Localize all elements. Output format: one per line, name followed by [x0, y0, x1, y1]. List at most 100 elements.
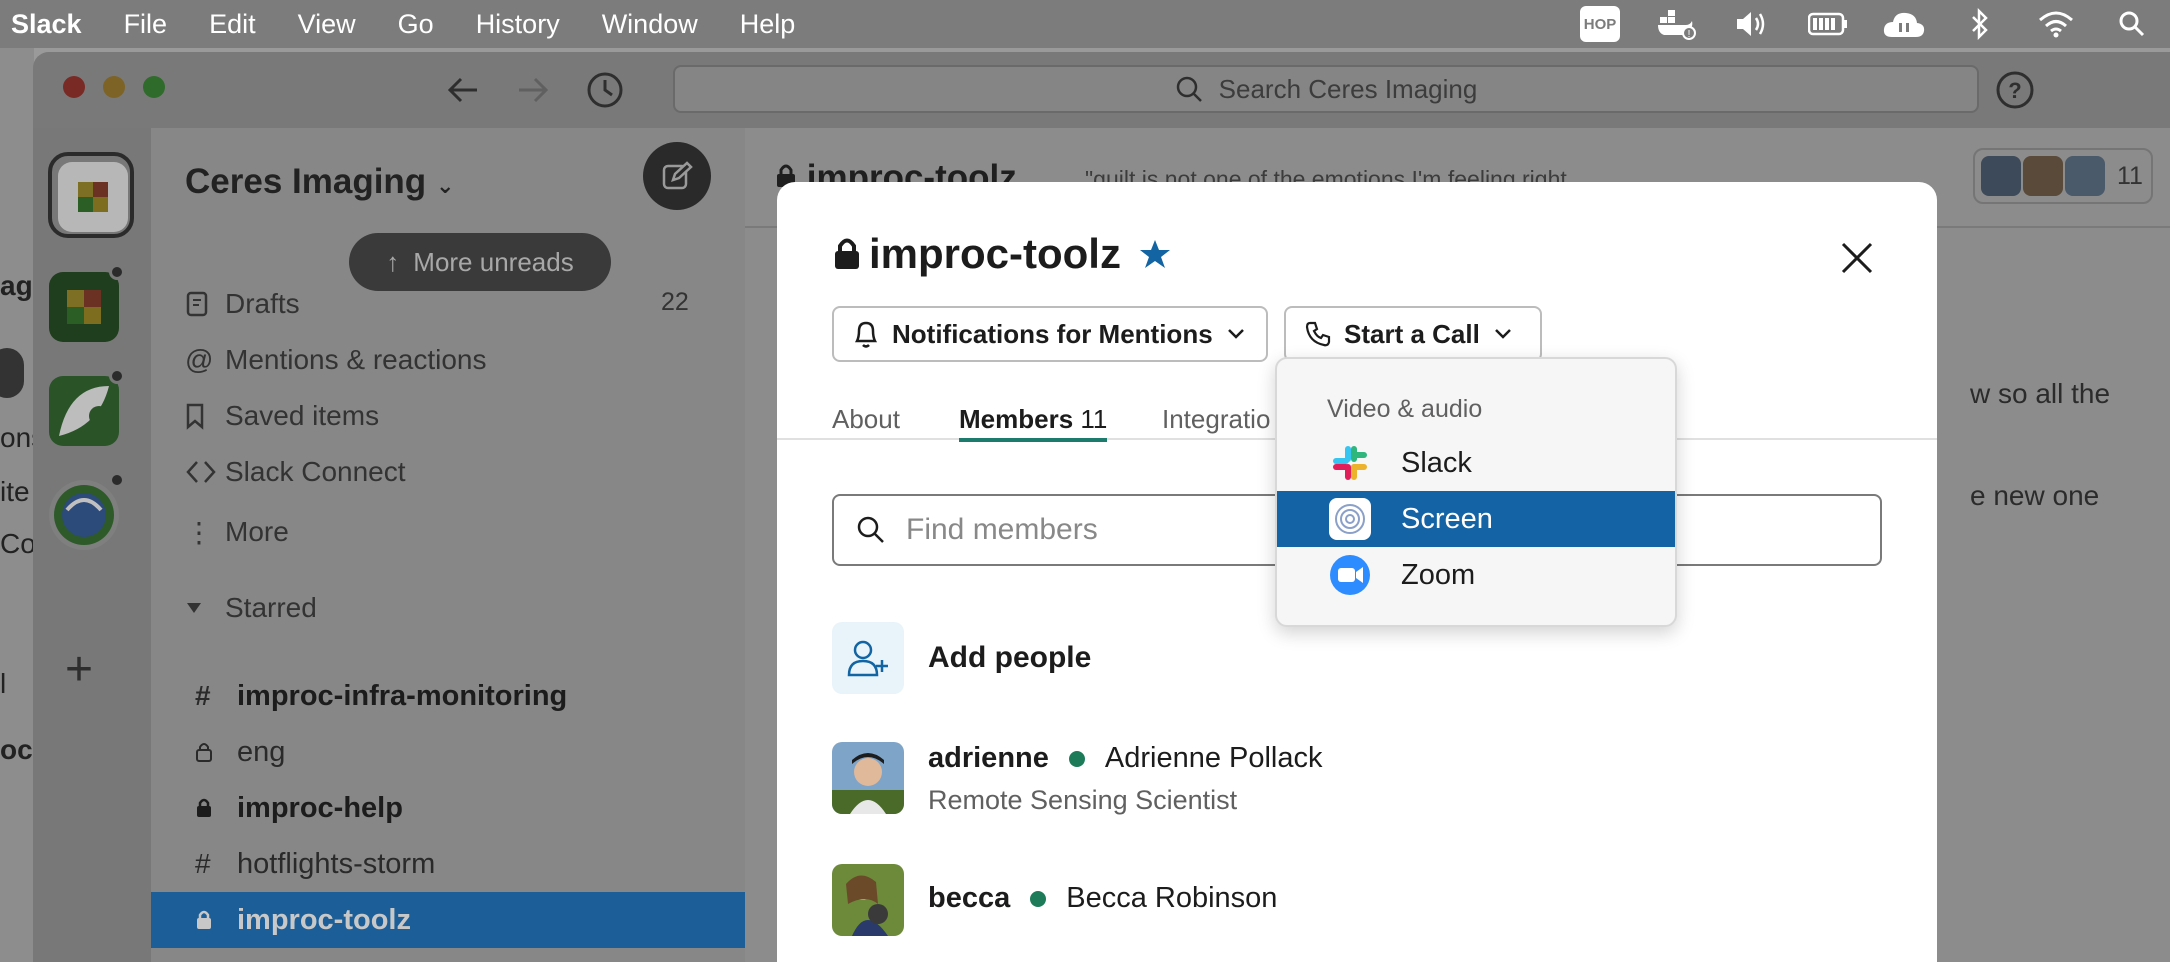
- section-label: Starred: [225, 592, 317, 623]
- channel-hotflights-storm[interactable]: # hotflights-storm: [185, 836, 745, 892]
- sidebar-item-label: Mentions & reactions: [225, 344, 487, 375]
- avatar: [2065, 156, 2105, 196]
- tab-label: Members: [959, 404, 1074, 434]
- minimize-window-button[interactable]: [103, 76, 125, 98]
- sidebar-item-more[interactable]: ⋮ More: [185, 512, 289, 552]
- background-app-window: ag ons ite Con l oc: [0, 48, 51, 962]
- close-icon[interactable]: [1839, 240, 1875, 276]
- hop-icon[interactable]: HOP: [1562, 0, 1638, 48]
- menu-item-slack[interactable]: Slack: [1277, 435, 1675, 491]
- notifications-button[interactable]: Notifications for Mentions: [832, 306, 1268, 362]
- start-call-button[interactable]: Start a Call: [1284, 306, 1542, 362]
- member-title: Remote Sensing Scientist: [928, 785, 1238, 815]
- bluetooth-icon[interactable]: [1942, 0, 2018, 48]
- channel-improc-git-activity[interactable]: # improc-git-activity: [185, 948, 745, 962]
- more-unreads-button[interactable]: ↑ More unreads: [349, 233, 611, 291]
- menu-go[interactable]: Go: [398, 9, 434, 40]
- menu-section-header: Video & audio: [1327, 395, 1483, 423]
- battery-icon[interactable]: [1790, 0, 1866, 48]
- add-workspace-plus-icon[interactable]: +: [65, 642, 93, 697]
- channel-improc-help[interactable]: improc-help: [185, 780, 745, 836]
- start-call-label: Start a Call: [1344, 318, 1480, 349]
- drafts-icon: [185, 290, 225, 318]
- menu-window[interactable]: Window: [602, 9, 698, 40]
- zoom-window-button[interactable]: [143, 76, 165, 98]
- history-clock-icon[interactable]: [585, 70, 625, 110]
- help-icon[interactable]: ?: [1993, 68, 2037, 112]
- compose-button[interactable]: [643, 142, 711, 210]
- tab-integrations[interactable]: Integratio: [1162, 404, 1270, 435]
- modal-title: improc-toolz: [833, 230, 1121, 278]
- more-unreads-label: More unreads: [413, 246, 574, 277]
- caret-down-icon: [185, 601, 225, 615]
- member-count: 11: [2117, 161, 2143, 190]
- online-status-dot: [1030, 890, 1047, 907]
- volume-icon[interactable]: [1714, 0, 1790, 48]
- workspace-icon-ceres[interactable]: [58, 162, 128, 232]
- message-text: e new one: [1970, 480, 2100, 511]
- menu-item-zoom[interactable]: Zoom: [1277, 547, 1675, 603]
- menu-history[interactable]: History: [476, 9, 560, 40]
- channel-name: eng: [237, 735, 286, 768]
- channel-members-button[interactable]: 11: [1973, 148, 2153, 204]
- tab-about[interactable]: About: [832, 404, 900, 435]
- channel-improc-toolz[interactable]: improc-toolz: [151, 892, 745, 948]
- menubar-app-name[interactable]: Slack: [11, 9, 82, 40]
- menu-item-screen[interactable]: Screen: [1277, 491, 1675, 547]
- tab-members[interactable]: Members 11: [959, 404, 1107, 435]
- svg-text:?: ?: [2008, 78, 2021, 103]
- spotlight-search-icon[interactable]: [2094, 0, 2170, 48]
- member-row[interactable]: becca Becca Robinson: [832, 864, 1277, 936]
- sidebar-item-slack-connect[interactable]: Slack Connect: [185, 452, 406, 492]
- channel-sidebar: Ceres Imaging ⌄ Drafts 22 ↑ More unreads…: [151, 128, 745, 962]
- channel-improc-infra-monitoring[interactable]: # improc-infra-monitoring: [185, 668, 745, 724]
- workspace-icon-3[interactable]: [49, 376, 119, 446]
- background-text: ag: [0, 270, 33, 301]
- search-bar[interactable]: Search Ceres Imaging: [673, 65, 1979, 113]
- channel-name: improc-toolz: [237, 903, 411, 936]
- sidebar-item-drafts[interactable]: Drafts: [185, 284, 300, 324]
- workspace-name-label: Ceres Imaging: [185, 162, 427, 201]
- channel-eng[interactable]: eng: [185, 724, 745, 780]
- workspace-icon-2[interactable]: [49, 272, 119, 342]
- member-handle: adrienne: [928, 742, 1049, 774]
- search-placeholder: Search Ceres Imaging: [1218, 73, 1478, 104]
- sidebar-item-mentions[interactable]: @ Mentions & reactions: [185, 340, 486, 380]
- background-shape: [0, 348, 24, 398]
- bookmark-icon: [185, 402, 225, 430]
- workspace-name[interactable]: Ceres Imaging ⌄: [185, 162, 454, 202]
- member-row[interactable]: adrienne Adrienne Pollack Remote Sensing…: [832, 742, 1323, 816]
- chevron-down-icon: [1494, 329, 1511, 339]
- call-options-menu: Video & audio Slack Screen Zoom: [1275, 357, 1677, 627]
- online-status-dot: [1068, 750, 1085, 767]
- menu-file[interactable]: File: [124, 9, 168, 40]
- hash-icon: #: [195, 680, 211, 711]
- compose-icon: [662, 161, 693, 190]
- section-starred[interactable]: Starred: [185, 588, 317, 628]
- workspace-icon-4[interactable]: [49, 480, 119, 550]
- search-icon: [857, 516, 884, 543]
- add-people-label: Add people: [928, 641, 1092, 674]
- menu-help[interactable]: Help: [740, 9, 796, 40]
- channel-name: improc-help: [237, 791, 403, 824]
- sidebar-item-label: More: [225, 516, 289, 547]
- sidebar-item-saved[interactable]: Saved items: [185, 396, 379, 436]
- docker-icon[interactable]: !: [1638, 0, 1714, 48]
- add-person-icon: [832, 622, 904, 694]
- title-bar: Search Ceres Imaging ?: [33, 52, 2170, 128]
- modal-title-label: improc-toolz: [869, 230, 1121, 277]
- arrow-up-icon: ↑: [386, 246, 400, 277]
- close-window-button[interactable]: [63, 76, 85, 98]
- star-icon[interactable]: [1139, 238, 1171, 270]
- menu-view[interactable]: View: [298, 9, 356, 40]
- back-arrow-icon[interactable]: [443, 70, 483, 110]
- wifi-icon[interactable]: [2018, 0, 2094, 48]
- cloud-icon[interactable]: [1866, 0, 1942, 48]
- menu-item-label: Screen: [1401, 502, 1493, 535]
- slack-connect-icon: [185, 459, 225, 485]
- add-people-row[interactable]: Add people: [832, 622, 1091, 694]
- forward-arrow-icon[interactable]: [513, 70, 553, 110]
- unread-dot: [109, 472, 125, 488]
- menu-edit[interactable]: Edit: [209, 9, 256, 40]
- tab-label: About: [832, 404, 900, 434]
